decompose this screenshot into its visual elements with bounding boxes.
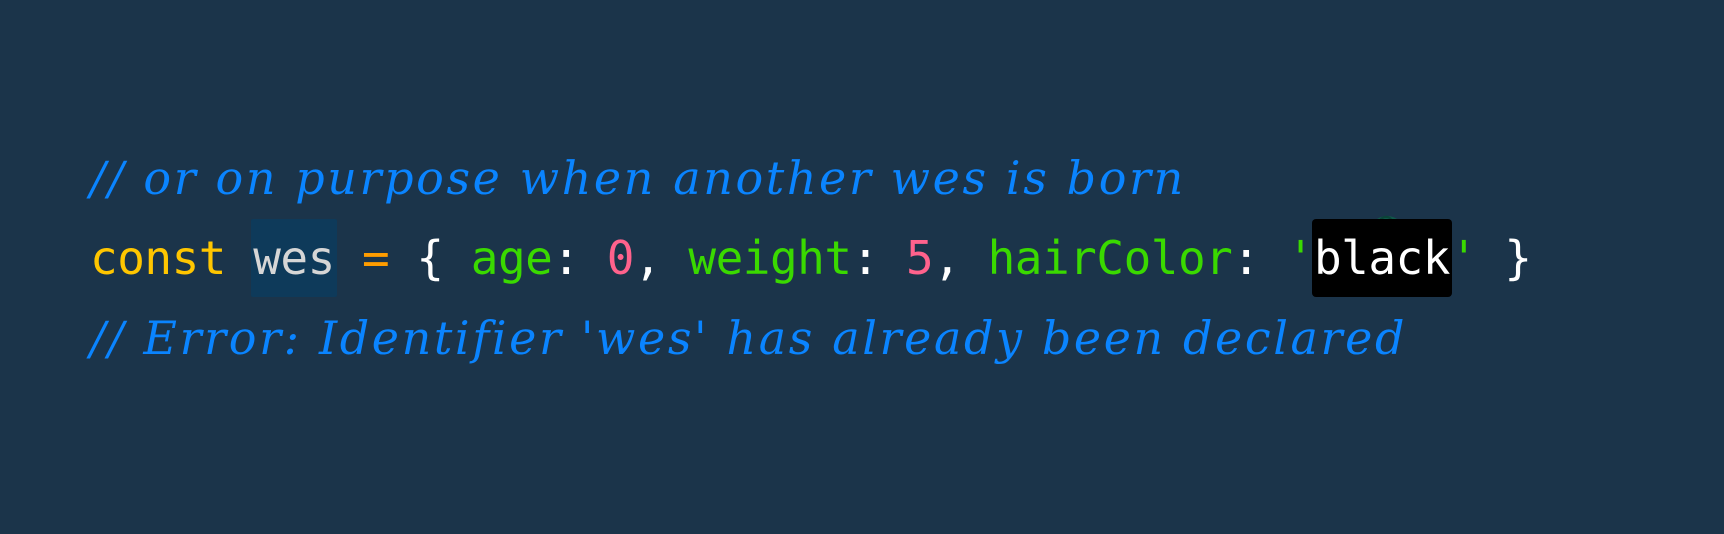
comma: , [634,231,662,285]
error-comment-text: // Error: Identifier 'wes' has already b… [90,311,1408,365]
identifier-wes[interactable]: wes [251,219,337,297]
selected-string-text[interactable]: black [1311,219,1452,297]
property-haircolor: hairColor [987,231,1233,285]
brace-close: } [1504,231,1532,285]
colon: : [851,231,880,285]
string-quote-close: ' [1449,231,1478,285]
brace-open: { [416,231,444,285]
code-line-1[interactable]: // or on purpose when another wes is bor… [90,138,1407,252]
string-quote-open: ' [1286,231,1315,285]
number-weight-value: 5 [905,231,934,285]
assign-operator: = [361,231,390,285]
keyword-const: const [90,231,226,285]
code-line-2[interactable]: const wes = { age: 0, weight: 5, hairCol… [90,218,1532,298]
colon: : [1232,231,1260,285]
code-editor[interactable]: // or on purpose when another wes is bor… [0,0,1724,534]
property-weight: weight [688,231,852,285]
comment-text: // or on purpose when another wes is bor… [90,151,1186,205]
property-age: age [470,231,553,285]
comma: , [933,231,961,285]
number-age-value: 0 [606,231,635,285]
code-line-3[interactable]: // Error: Identifier 'wes' has already b… [90,298,1407,378]
baby-emoji-icon [1204,156,1407,252]
colon: : [552,231,580,285]
